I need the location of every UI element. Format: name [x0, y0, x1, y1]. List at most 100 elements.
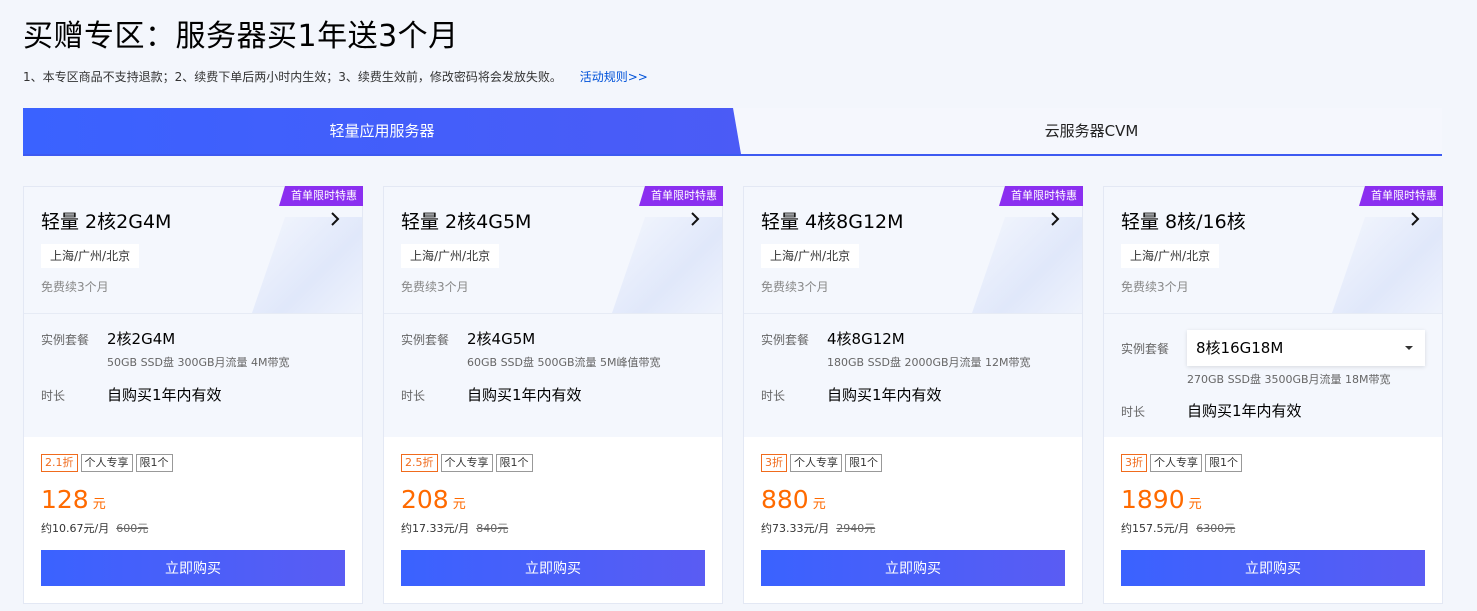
duration-value: 自购买1年内有效 [1187, 402, 1302, 420]
divider [744, 313, 1082, 314]
server-illustration [1332, 217, 1442, 313]
buy-button[interactable]: 立即购买 [401, 550, 705, 586]
package-detail: 180GB SSD盘 2000GB月流量 12M带宽 [827, 356, 1031, 369]
renew-note: 免费续3个月 [761, 280, 829, 294]
price-unit: 元 [452, 497, 466, 512]
notice-text: 1、本专区商品不支持退款；2、续费下单后两小时内生效；3、续费生效前，修改密码将… [23, 70, 562, 84]
discount-tag: 3折 [761, 454, 787, 472]
personal-tag: 个人专享 [790, 454, 842, 472]
chevron-right-icon[interactable] [1410, 211, 1426, 231]
rules-link[interactable]: 活动规则>> [580, 70, 648, 84]
package-label: 实例套餐 [761, 333, 810, 347]
duration-label: 时长 [401, 389, 426, 403]
duration-label: 时长 [1121, 405, 1146, 419]
product-card-2: 首单限时特惠 轻量 2核4G5M 上海/广州/北京 免费续3个月 实例套餐 2核… [383, 186, 723, 604]
limit-tag: 限1个 [845, 454, 882, 472]
package-label: 实例套餐 [41, 333, 90, 347]
server-illustration [612, 217, 722, 313]
card-title: 轻量 2核4G5M [401, 211, 532, 233]
duration-value: 自购买1年内有效 [467, 386, 582, 404]
duration-value: 自购买1年内有效 [107, 386, 222, 404]
package-select[interactable]: 8核16G18M [1187, 330, 1425, 366]
promo-page: 买赠专区：服务器买1年送3个月 1、本专区商品不支持退款；2、续费下单后两小时内… [0, 0, 1477, 611]
card-title: 轻量 4核8G12M [761, 211, 904, 233]
personal-tag: 个人专享 [1150, 454, 1202, 472]
price-value: 880 [761, 485, 809, 514]
caret-down-icon [1405, 346, 1413, 350]
server-illustration [252, 217, 362, 313]
chevron-right-icon[interactable] [1050, 211, 1066, 231]
price: 128 元 [41, 483, 106, 522]
tag-row: 3折 个人专享 限1个 [1121, 454, 1242, 472]
page-title: 买赠专区：服务器买1年送3个月 [23, 19, 459, 54]
monthly-value: 约17.33元/月 [401, 522, 470, 535]
region-tag: 上海/广州/北京 [41, 244, 140, 268]
region-tag: 上海/广州/北京 [401, 244, 500, 268]
promo-badge: 首单限时特惠 [999, 186, 1083, 206]
region-tag: 上海/广州/北京 [1121, 244, 1220, 268]
region-tag: 上海/广州/北京 [761, 244, 860, 268]
tag-row: 2.1折 个人专享 限1个 [41, 454, 173, 472]
server-illustration [972, 217, 1082, 313]
divider [384, 313, 722, 314]
price-unit: 元 [92, 497, 106, 512]
price: 208 元 [401, 483, 466, 522]
notice-line: 1、本专区商品不支持退款；2、续费下单后两小时内生效；3、续费生效前，修改密码将… [23, 68, 648, 86]
limit-tag: 限1个 [495, 454, 533, 472]
renew-note: 免费续3个月 [1121, 280, 1189, 294]
limit-tag: 限1个 [1205, 454, 1242, 472]
product-card-1: 首单限时特惠 轻量 2核2G4M 上海/广州/北京 免费续3个月 实例套餐 2核… [23, 186, 363, 604]
duration-label: 时长 [41, 389, 66, 403]
package-detail: 270GB SSD盘 3500GB月流量 18M带宽 [1187, 373, 1391, 386]
package-value: 2核4G5M [467, 330, 536, 348]
chevron-right-icon[interactable] [690, 211, 706, 231]
original-price: 840元 [476, 522, 509, 535]
monthly-price: 约17.33元/月 840元 [401, 521, 508, 537]
monthly-price: 约73.33元/月 2940元 [761, 521, 875, 537]
package-label: 实例套餐 [1121, 342, 1170, 356]
package-value: 2核2G4M [107, 330, 176, 348]
card-title: 轻量 2核2G4M [41, 211, 172, 233]
card-title: 轻量 8核/16核 [1121, 211, 1246, 233]
monthly-value: 约73.33元/月 [761, 522, 830, 535]
price-value: 208 [401, 485, 449, 514]
price: 880 元 [761, 483, 826, 522]
personal-tag: 个人专享 [80, 454, 133, 472]
package-detail: 60GB SSD盘 500GB流量 5M峰值带宽 [467, 356, 661, 369]
tag-row: 2.5折 个人专享 限1个 [401, 454, 533, 472]
chevron-right-icon[interactable] [330, 211, 346, 231]
monthly-value: 约10.67元/月 [41, 522, 110, 535]
original-price: 600元 [116, 522, 149, 535]
monthly-price: 约10.67元/月 600元 [41, 521, 148, 537]
price-unit: 元 [1188, 497, 1202, 512]
price-value: 128 [41, 485, 89, 514]
discount-tag: 3折 [1121, 454, 1147, 472]
product-card-3: 首单限时特惠 轻量 4核8G12M 上海/广州/北京 免费续3个月 实例套餐 4… [743, 186, 1083, 604]
product-tabs: 轻量应用服务器 云服务器CVM [23, 108, 1442, 156]
promo-badge: 首单限时特惠 [639, 186, 723, 206]
price-value: 1890 [1121, 485, 1185, 514]
buy-button[interactable]: 立即购买 [41, 550, 345, 586]
package-detail: 50GB SSD盘 300GB月流量 4M带宽 [107, 356, 290, 369]
promo-badge: 首单限时特惠 [279, 186, 363, 206]
buy-button[interactable]: 立即购买 [1121, 550, 1425, 586]
limit-tag: 限1个 [135, 454, 173, 472]
discount-tag: 2.1折 [41, 454, 78, 472]
duration-value: 自购买1年内有效 [827, 386, 942, 404]
renew-note: 免费续3个月 [401, 280, 469, 294]
tab-cvm[interactable]: 云服务器CVM [741, 108, 1442, 154]
original-price: 6300元 [1196, 522, 1236, 535]
tab-lighthouse[interactable]: 轻量应用服务器 [23, 108, 741, 154]
discount-tag: 2.5折 [401, 454, 438, 472]
original-price: 2940元 [836, 522, 876, 535]
price: 1890 元 [1121, 483, 1202, 522]
monthly-price: 约157.5元/月 6300元 [1121, 521, 1235, 537]
package-select-value: 8核16G18M [1196, 339, 1284, 357]
package-label: 实例套餐 [401, 333, 450, 347]
personal-tag: 个人专享 [440, 454, 493, 472]
divider [1104, 313, 1442, 314]
promo-badge: 首单限时特惠 [1359, 186, 1443, 206]
divider [24, 313, 362, 314]
monthly-value: 约157.5元/月 [1121, 522, 1190, 535]
buy-button[interactable]: 立即购买 [761, 550, 1065, 586]
